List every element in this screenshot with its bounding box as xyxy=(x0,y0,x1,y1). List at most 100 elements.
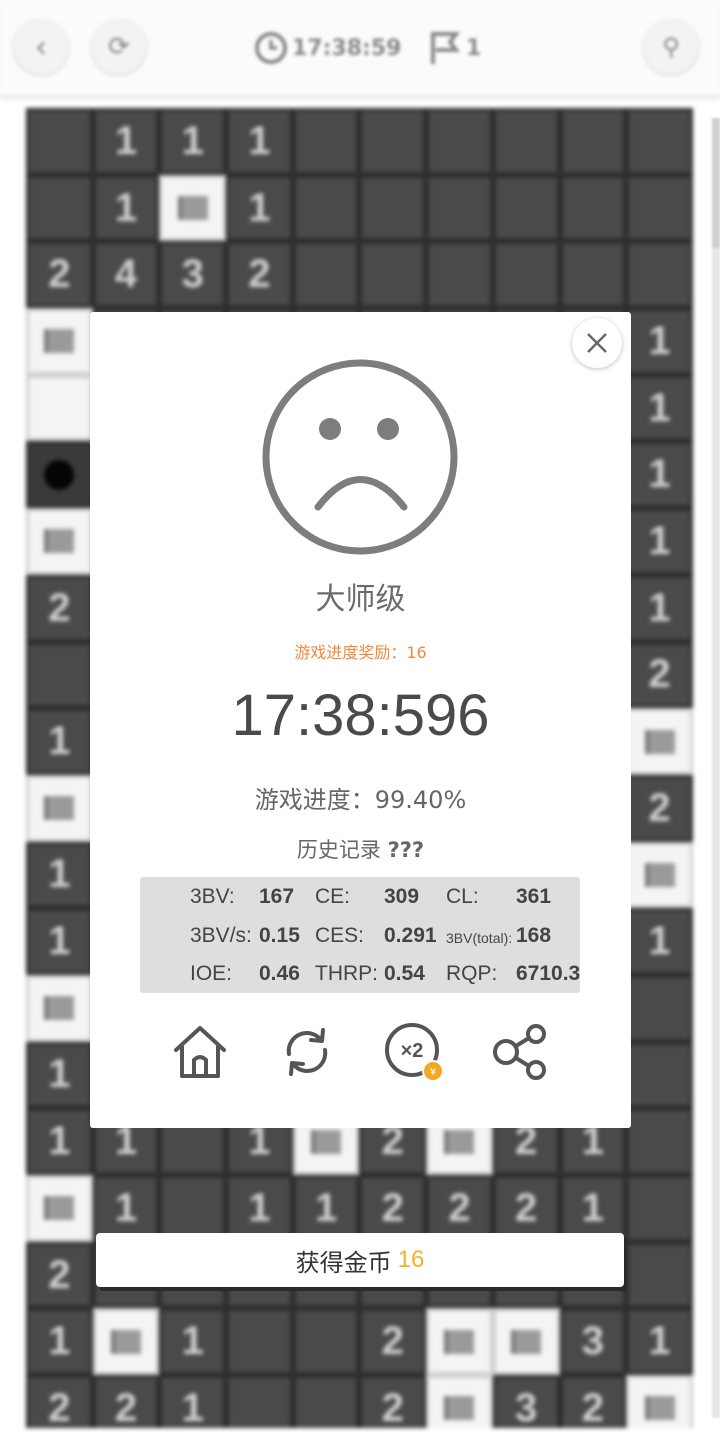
board-cell[interactable] xyxy=(292,174,360,242)
flagged-cell[interactable] xyxy=(426,1308,493,1376)
board-cell[interactable] xyxy=(26,174,93,242)
number-cell[interactable]: 3 xyxy=(559,1308,627,1376)
number-cell[interactable]: 1 xyxy=(26,1108,93,1175)
number-cell[interactable]: 1 xyxy=(626,908,693,975)
flagged-cell[interactable] xyxy=(159,174,227,242)
board-cell[interactable] xyxy=(559,108,627,175)
number-cell[interactable]: 2 xyxy=(226,241,293,309)
number-cell[interactable]: 3 xyxy=(492,1375,560,1428)
close-button[interactable] xyxy=(572,318,622,368)
number-cell[interactable]: 1 xyxy=(26,708,93,775)
number-cell[interactable]: 2 xyxy=(359,1375,427,1428)
number-cell[interactable]: 2 xyxy=(359,1175,427,1242)
flagged-cell[interactable] xyxy=(26,308,93,375)
board-cell[interactable] xyxy=(159,1175,227,1242)
number-cell[interactable]: 2 xyxy=(26,241,93,309)
game-progress: 游戏进度：99.40% xyxy=(254,786,467,814)
number-cell[interactable]: 2 xyxy=(26,1241,93,1309)
number-cell[interactable]: 1 xyxy=(26,1041,93,1109)
board-cell[interactable] xyxy=(626,108,693,175)
revealed-cell[interactable] xyxy=(26,374,93,442)
board-cell[interactable] xyxy=(426,241,493,309)
flagged-cell[interactable] xyxy=(492,1308,560,1376)
number-cell[interactable]: 1 xyxy=(292,1175,360,1242)
board-cell[interactable] xyxy=(626,1241,693,1309)
board-cell[interactable] xyxy=(492,108,560,175)
home-button[interactable] xyxy=(168,1020,232,1084)
number-cell[interactable]: 1 xyxy=(26,841,93,909)
board-cell[interactable] xyxy=(26,641,93,709)
board-cell[interactable] xyxy=(226,1375,293,1428)
flagged-cell[interactable] xyxy=(26,508,93,575)
restart-button[interactable] xyxy=(275,1020,339,1084)
number-cell[interactable]: 2 xyxy=(626,641,693,709)
number-cell[interactable]: 1 xyxy=(626,508,693,575)
flagged-cell[interactable] xyxy=(26,774,93,842)
back-button[interactable]: ‹ xyxy=(14,20,68,74)
number-cell[interactable]: 2 xyxy=(626,774,693,842)
scrollbar[interactable] xyxy=(712,118,720,1418)
number-cell[interactable]: 1 xyxy=(92,1175,160,1242)
number-cell[interactable]: 1 xyxy=(159,108,227,175)
number-cell[interactable]: 1 xyxy=(626,441,693,509)
number-cell[interactable]: 1 xyxy=(626,308,693,375)
board-cell[interactable] xyxy=(292,1375,360,1428)
board-cell[interactable] xyxy=(359,241,427,309)
number-cell[interactable]: 2 xyxy=(359,1308,427,1376)
number-cell[interactable]: 2 xyxy=(426,1175,493,1242)
board-cell[interactable] xyxy=(26,108,93,175)
board-cell[interactable] xyxy=(292,108,360,175)
board-cell[interactable] xyxy=(292,241,360,309)
board-cell[interactable] xyxy=(626,1108,693,1175)
number-cell[interactable]: 1 xyxy=(92,108,160,175)
flagged-cell[interactable] xyxy=(426,1375,493,1428)
number-cell[interactable]: 2 xyxy=(26,1375,93,1428)
board-cell[interactable] xyxy=(359,108,427,175)
number-cell[interactable]: 3 xyxy=(159,241,227,309)
board-cell[interactable] xyxy=(626,974,693,1042)
flagged-cell[interactable] xyxy=(626,1375,693,1428)
board-cell[interactable] xyxy=(559,174,627,242)
number-cell[interactable]: 1 xyxy=(559,1175,627,1242)
scrollbar-thumb[interactable] xyxy=(712,118,720,248)
board-cell[interactable] xyxy=(626,241,693,309)
board-cell[interactable] xyxy=(626,174,693,242)
number-cell[interactable]: 2 xyxy=(559,1375,627,1428)
share-button[interactable] xyxy=(488,1020,552,1084)
board-cell[interactable] xyxy=(626,1175,693,1242)
number-cell[interactable]: 2 xyxy=(92,1375,160,1428)
number-cell[interactable]: 1 xyxy=(626,574,693,642)
flagged-cell[interactable] xyxy=(626,708,693,775)
number-cell[interactable]: 1 xyxy=(226,1175,293,1242)
settings-button[interactable]: ⚲ xyxy=(644,20,698,74)
number-cell[interactable]: 1 xyxy=(159,1375,227,1428)
number-cell[interactable]: 1 xyxy=(626,374,693,442)
flagged-cell[interactable] xyxy=(26,1175,93,1242)
number-cell[interactable]: 1 xyxy=(226,174,293,242)
mine-cell[interactable] xyxy=(26,441,93,509)
board-cell[interactable] xyxy=(559,241,627,309)
coins-label: 获得金币 xyxy=(295,1248,392,1277)
board-cell[interactable] xyxy=(359,174,427,242)
number-cell[interactable]: 1 xyxy=(626,1308,693,1376)
restart-top-button[interactable]: ⟳ xyxy=(92,20,146,74)
board-cell[interactable] xyxy=(626,1041,693,1109)
number-cell[interactable]: 1 xyxy=(226,108,293,175)
flagged-cell[interactable] xyxy=(92,1308,160,1376)
board-cell[interactable] xyxy=(426,174,493,242)
board-cell[interactable] xyxy=(226,1308,293,1376)
flagged-cell[interactable] xyxy=(26,974,93,1042)
number-cell[interactable]: 1 xyxy=(26,908,93,975)
flagged-cell[interactable] xyxy=(626,841,693,909)
number-cell[interactable]: 1 xyxy=(26,1308,93,1376)
board-cell[interactable] xyxy=(492,241,560,309)
number-cell[interactable]: 1 xyxy=(159,1308,227,1376)
number-cell[interactable]: 1 xyxy=(92,174,160,242)
number-cell[interactable]: 2 xyxy=(492,1175,560,1242)
board-cell[interactable] xyxy=(492,174,560,242)
board-cell[interactable] xyxy=(426,108,493,175)
board-cell[interactable] xyxy=(292,1308,360,1376)
number-cell[interactable]: 4 xyxy=(92,241,160,309)
double-coins-button[interactable]: ×2 ¥ xyxy=(382,1020,446,1084)
number-cell[interactable]: 2 xyxy=(26,574,93,642)
